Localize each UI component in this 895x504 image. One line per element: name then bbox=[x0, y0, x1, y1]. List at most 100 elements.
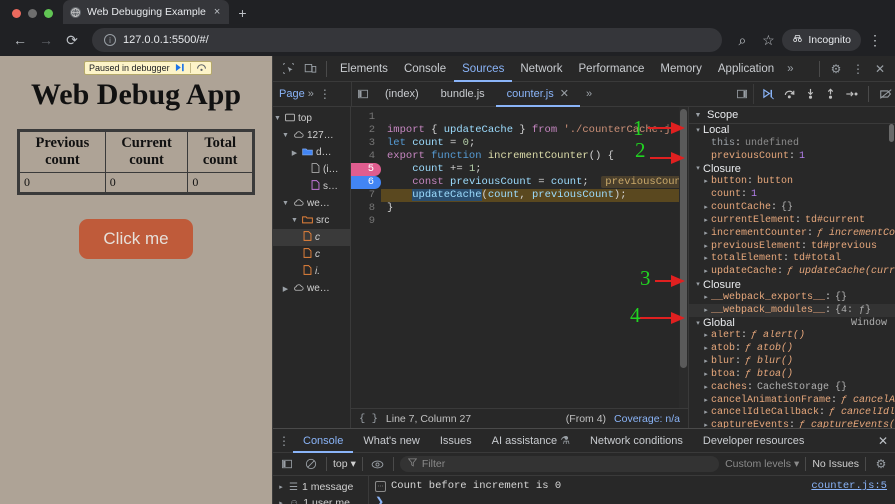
maximize-window-button[interactable] bbox=[44, 9, 53, 18]
scope-group-closure-12[interactable]: ▾ Closure bbox=[689, 278, 895, 291]
devtools-menu-icon[interactable]: ⋮ bbox=[847, 58, 869, 80]
console-messages[interactable]: ⋯ Count before increment is 0 counter.js… bbox=[369, 476, 895, 504]
drawer-tab-whats-new[interactable]: What's new bbox=[353, 429, 430, 453]
scrollbar-thumb[interactable] bbox=[889, 124, 894, 142]
tree-item-index-js[interactable]: i. bbox=[273, 263, 350, 280]
chevron-right-icon[interactable]: ▸ bbox=[701, 396, 711, 405]
chevron-down-icon[interactable]: ▼ bbox=[290, 217, 299, 224]
chevron-down-icon[interactable]: ▾ bbox=[693, 319, 703, 328]
scope-property-captureEvents[interactable]: ▸ captureEvents: ƒ captureEvents() bbox=[689, 419, 895, 428]
console-sidebar[interactable]: ▸ ☰ 1 message ▸ ☺ 1 user me… bbox=[273, 476, 369, 504]
reload-button[interactable]: ⟳ bbox=[60, 28, 84, 52]
scope-property-countCache[interactable]: ▸ countCache:{} bbox=[689, 201, 895, 214]
chevron-right-icon[interactable]: ▸ bbox=[277, 483, 285, 491]
drawer-tab-developer-resources[interactable]: Developer resources bbox=[693, 429, 815, 453]
line-number-breakpoint[interactable]: 6 bbox=[351, 176, 381, 189]
scope-property-caches[interactable]: ▸ caches: CacheStorage {} bbox=[689, 381, 895, 394]
chevron-right-icon[interactable]: ▸ bbox=[701, 177, 711, 186]
show-debugger-icon[interactable] bbox=[731, 83, 753, 105]
scope-property-__webpack_modules__[interactable]: ▸ __webpack_modules__: {4: ƒ} bbox=[689, 303, 895, 317]
close-devtools-icon[interactable]: ✕ bbox=[869, 58, 891, 80]
drawer-tab-ai-assistance[interactable]: AI assistance ⚗ bbox=[482, 429, 580, 453]
line-number-gutter[interactable]: 1 2 3 4 5 6 7 8 9 bbox=[351, 107, 381, 408]
code-area[interactable]: 1 2 3 4 5 6 7 8 9 import { updateCache}… bbox=[351, 107, 688, 408]
scope-panel[interactable]: ▼ Scope ▾ Local this: undefined previousCoun… bbox=[688, 107, 895, 428]
chevron-right-icon[interactable]: ▸ bbox=[701, 306, 711, 315]
pretty-print-icon[interactable]: { } bbox=[359, 413, 378, 425]
gear-icon[interactable]: ⚙ bbox=[825, 58, 847, 80]
scope-property-btoa[interactable]: ▸ btoa: ƒ btoa() bbox=[689, 368, 895, 381]
chevron-right-icon[interactable]: ▸ bbox=[701, 293, 711, 302]
breakpoint-marker-pink[interactable]: 5 bbox=[351, 163, 381, 176]
close-window-button[interactable] bbox=[12, 9, 21, 18]
console-sidebar-icon[interactable] bbox=[278, 455, 296, 473]
scope-property-__webpack_exports__[interactable]: ▸ __webpack_exports__:{} bbox=[689, 291, 895, 304]
resume-script-icon[interactable] bbox=[175, 63, 185, 74]
tab-network[interactable]: Network bbox=[512, 56, 570, 82]
chevron-right-icon[interactable]: ▸ bbox=[701, 242, 711, 251]
chevron-down-icon[interactable]: ▾ bbox=[693, 126, 703, 135]
issues-count-label[interactable]: No Issues bbox=[812, 458, 859, 470]
clear-console-icon[interactable] bbox=[302, 455, 320, 473]
drawer-menu-icon[interactable]: ⋮ bbox=[275, 434, 293, 448]
step-button[interactable] bbox=[843, 84, 861, 104]
tab-sources[interactable]: Sources bbox=[454, 56, 512, 82]
tab-memory[interactable]: Memory bbox=[652, 56, 710, 82]
scope-property-totalElement[interactable]: ▸ totalElement: td#total bbox=[689, 252, 895, 265]
chevron-down-icon[interactable]: ▼ bbox=[273, 115, 282, 122]
tab-performance[interactable]: Performance bbox=[571, 56, 653, 82]
more-tabs-icon[interactable]: » bbox=[782, 56, 798, 82]
chevron-down-icon[interactable]: ▾ bbox=[693, 280, 703, 289]
tree-item-top[interactable]: ▼ top bbox=[273, 110, 350, 127]
console-message-source-link[interactable]: counter.js:5 bbox=[811, 480, 895, 492]
file-navigator[interactable]: ▼ top ▼ 127… ▶ d… (i… s… ▼ we… ▼ src c c… bbox=[273, 107, 351, 428]
console-sidebar-user-messages[interactable]: ▸ ☺ 1 user me… bbox=[273, 495, 368, 504]
scope-property-atob[interactable]: ▸ atob: ƒ atob() bbox=[689, 342, 895, 355]
scope-property-cancelIdleCallback[interactable]: ▸cancelIdleCallback:ƒ cancelIdleCal bbox=[689, 407, 895, 420]
line-number-breakpoint[interactable]: 5 bbox=[351, 163, 381, 176]
console-message-row[interactable]: ⋯ Count before increment is 0 counter.js… bbox=[369, 478, 895, 494]
scope-property-blur[interactable]: ▸ blur: ƒ blur() bbox=[689, 355, 895, 368]
window-controls[interactable] bbox=[8, 9, 63, 24]
chevron-right-icon[interactable]: ▸ bbox=[701, 370, 711, 379]
show-navigator-icon[interactable] bbox=[352, 83, 374, 105]
code-lines[interactable]: import { updateCache } from './counterCa… bbox=[381, 107, 688, 408]
chevron-right-icon[interactable]: ▸ bbox=[701, 203, 711, 212]
chevron-down-icon[interactable]: ▼ bbox=[281, 200, 290, 207]
chevron-right-icon[interactable]: ▸ bbox=[277, 499, 285, 504]
tree-item-s[interactable]: s… bbox=[273, 178, 350, 195]
close-icon[interactable]: ✕ bbox=[560, 82, 569, 107]
tree-item-src[interactable]: ▼ src bbox=[273, 212, 350, 229]
scope-header[interactable]: ▼ Scope bbox=[689, 107, 895, 124]
tree-item-counter-js[interactable]: c bbox=[273, 229, 350, 246]
bookmark-star-icon[interactable]: ☆ bbox=[756, 28, 780, 52]
search-icon[interactable]: ⌕ bbox=[730, 28, 754, 52]
resume-button[interactable] bbox=[760, 84, 778, 104]
console-levels-selector[interactable]: Custom levels ▾ bbox=[725, 458, 799, 470]
step-over-button[interactable] bbox=[781, 84, 799, 104]
editor-tabs-more-icon[interactable]: » bbox=[580, 82, 598, 107]
chevron-down-icon[interactable]: ▾ bbox=[693, 164, 703, 173]
chevron-right-icon[interactable]: ▸ bbox=[701, 216, 711, 225]
navigator-tab-page[interactable]: Page bbox=[279, 88, 305, 100]
chevron-right-icon[interactable]: ▶ bbox=[281, 285, 290, 293]
console-context-selector[interactable]: top ▾ bbox=[333, 458, 356, 470]
scope-property-currentElement[interactable]: ▸ currentElement: td#current bbox=[689, 214, 895, 227]
scrollbar-thumb[interactable] bbox=[680, 109, 687, 368]
tree-item-folder-d[interactable]: ▶ d… bbox=[273, 144, 350, 161]
site-info-icon[interactable]: i bbox=[104, 34, 116, 46]
navigator-more-icon[interactable]: » bbox=[308, 88, 314, 100]
step-over-icon[interactable] bbox=[196, 63, 207, 74]
scope-property-incrementCounter[interactable]: ▸incrementCounter:ƒ incrementCounte bbox=[689, 227, 895, 240]
scope-group-global-15[interactable]: ▾ Global Window bbox=[689, 317, 895, 330]
editor-scrollbar[interactable] bbox=[679, 107, 688, 408]
minimize-window-button[interactable] bbox=[28, 9, 37, 18]
drawer-tab-network-conditions[interactable]: Network conditions bbox=[580, 429, 693, 453]
navigator-menu-icon[interactable]: ⋮ bbox=[319, 87, 331, 101]
console-sidebar-messages[interactable]: ▸ ☰ 1 message bbox=[273, 479, 368, 495]
step-into-button[interactable] bbox=[801, 84, 819, 104]
back-button[interactable]: ← bbox=[8, 28, 32, 52]
tab-elements[interactable]: Elements bbox=[332, 56, 396, 82]
chevron-right-icon[interactable]: ▸ bbox=[701, 331, 711, 340]
tree-item-webpack[interactable]: ▼ we… bbox=[273, 195, 350, 212]
